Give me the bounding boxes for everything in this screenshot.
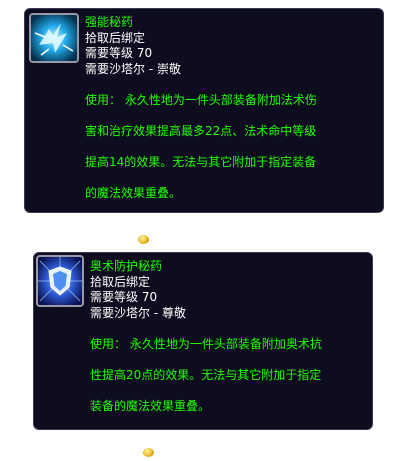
use-line: 使用： 永久性地为一件头部装备附加法术伤 <box>85 92 317 107</box>
sell-price: 卖价： 25 <box>85 232 381 248</box>
gold-coin-icon <box>143 448 155 458</box>
use-line: 装备的魔法效果重叠。 <box>90 398 211 413</box>
use-line: 使用： 永久性地为一件头部装备附加奥术抗 <box>90 336 322 351</box>
use-line: 性提高20点的效果。无法与其它附加于指定 <box>90 367 322 382</box>
use-line: 的魔法效果重叠。 <box>85 185 182 200</box>
bind-type: 拾取后绑定 <box>85 30 146 45</box>
charges: 1次 <box>90 429 110 444</box>
charges: 1次 <box>85 216 105 231</box>
required-level: 需要等级 70 <box>90 290 158 304</box>
required-reputation: 需要沙塔尔 - 尊敬 <box>90 305 186 320</box>
use-line: 提高14的效果。无法与其它附加于指定装备 <box>85 154 317 169</box>
bind-type: 拾取后绑定 <box>90 274 151 289</box>
sell-price-value: 25 <box>121 232 137 246</box>
item-title: 奥术防护秘药 <box>90 259 163 273</box>
gold-coin-icon <box>138 235 150 245</box>
sell-price-label: 卖价： <box>90 445 127 459</box>
use-effect: 使用： 永久性地为一件头部装备附加法术伤 害和治疗效果提高最多22点、法术命中等… <box>85 77 381 217</box>
item-tooltip-2: 奥术防护秘药 拾取后绑定 需要等级 70 需要沙塔尔 - 尊敬 使用： 永久性地… <box>33 252 373 459</box>
item-tooltip-1: 强能秘药 拾取后绑定 需要等级 70 需要沙塔尔 - 崇敬 使用： 永久性地为一… <box>24 8 384 246</box>
sell-price: 卖价： 25 <box>90 445 370 461</box>
lightning-claw-icon <box>29 13 79 63</box>
required-level: 需要等级 70 <box>85 46 153 60</box>
sell-price-label: 卖价： <box>85 232 122 246</box>
sell-price-value: 25 <box>126 445 142 459</box>
use-effect: 使用： 永久性地为一件头部装备附加奥术抗 性提高20点的效果。无法与其它附加于指… <box>90 321 370 430</box>
use-line: 害和治疗效果提高最多22点、法术命中等级 <box>85 123 317 138</box>
item-title: 强能秘药 <box>85 15 134 29</box>
required-reputation: 需要沙塔尔 - 崇敬 <box>85 61 181 76</box>
arcane-shield-icon <box>36 255 84 307</box>
